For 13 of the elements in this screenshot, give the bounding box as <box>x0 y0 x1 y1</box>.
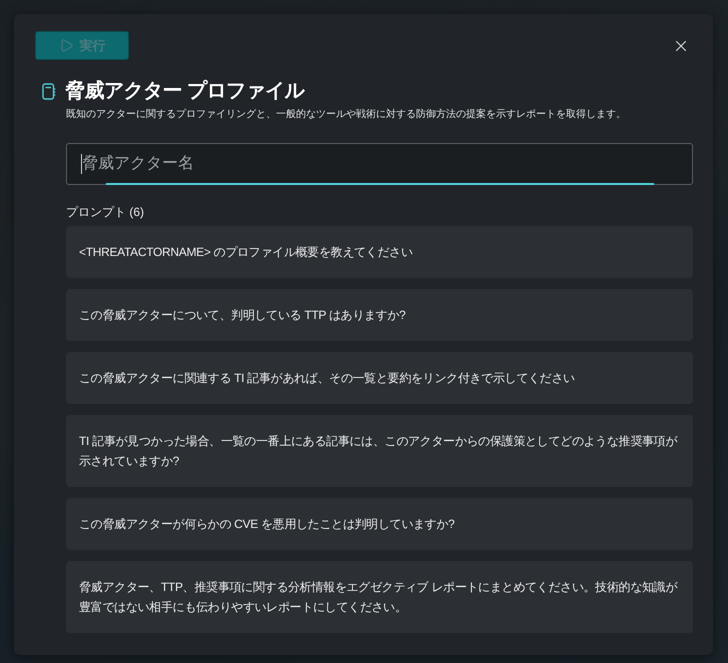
prompt-card[interactable]: 脅威アクター、TTP、推奨事項に関する分析情報をエグゼクティブ レポートにまとめてください。技術的な知識が豊富ではない相手にも伝わりやすいレポートにしてください。 <box>66 561 693 633</box>
text-caret <box>81 154 82 174</box>
prompt-card[interactable]: この脅威アクターが何らかの CVE を悪用したことは判明していますか? <box>66 498 693 550</box>
prompt-card[interactable]: <THREATACTORNAME> のプロファイル概要を教えてください <box>66 226 693 278</box>
notebook-icon <box>42 82 56 100</box>
prompt-card[interactable]: この脅威アクターについて、判明している TTP はありますか? <box>66 289 693 341</box>
prompts-label: プロンプト (6) <box>66 204 144 221</box>
prompt-card[interactable]: TI 記事が見つかった場合、一覧の一番上にある記事には、このアクターからの保護策としてどのような推奨事項が示されていますか? <box>66 415 693 487</box>
prompt-card[interactable]: この脅威アクターに関連する TI 記事があれば、その一覧と要約をリンク付きで示してください <box>66 352 693 404</box>
play-icon <box>58 38 74 53</box>
dialog-title: 脅威アクター プロファイル <box>65 78 304 104</box>
actor-name-field[interactable]: 脅威アクター名 <box>66 143 693 185</box>
dialog-description: 既知のアクターに関するプロファイリングと、一般的なツールや戦術に対する防御方法の提案を示すレポートを取得します。 <box>66 108 626 122</box>
